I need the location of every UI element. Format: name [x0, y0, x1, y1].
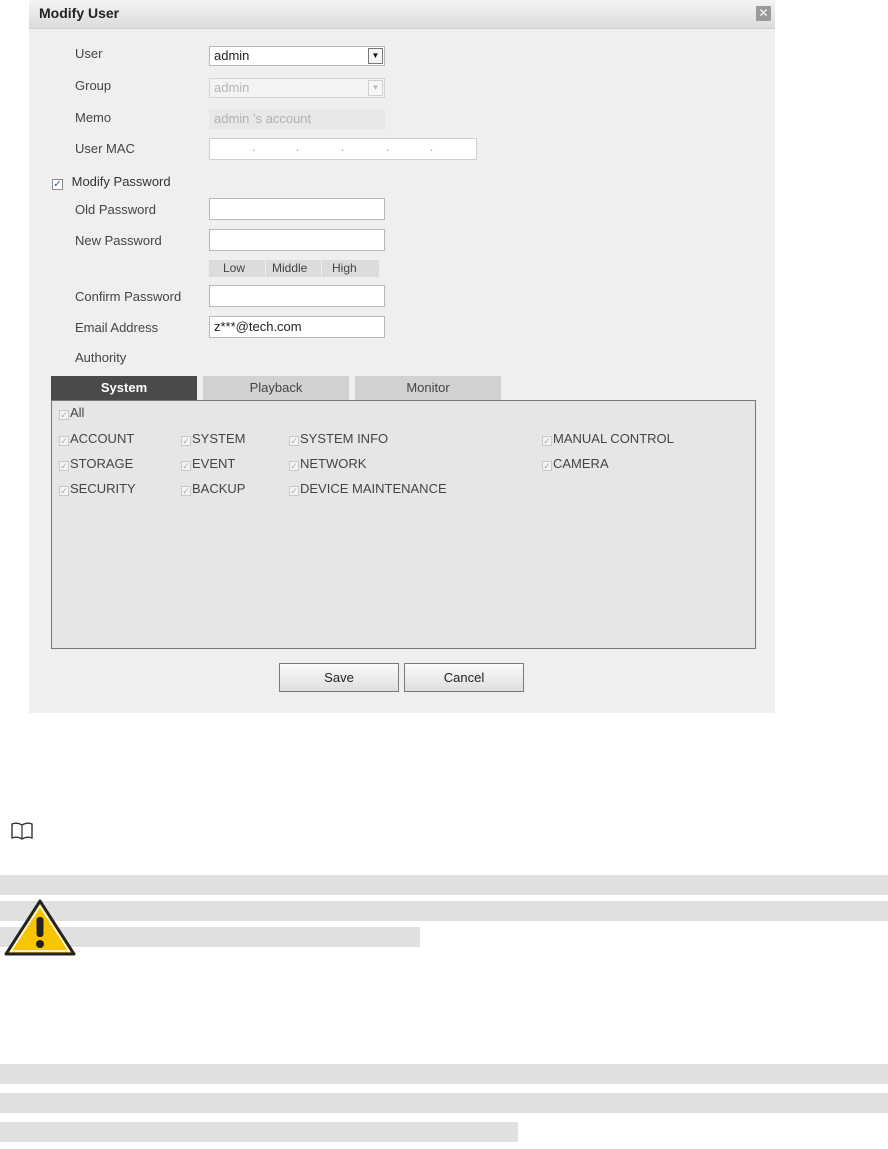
mac-label: User MAC: [75, 141, 135, 156]
perm-checkbox[interactable]: ✓: [59, 436, 69, 446]
perm-checkbox[interactable]: ✓: [181, 486, 191, 496]
chevron-down-icon: ▼: [368, 80, 383, 96]
perm-checkbox[interactable]: ✓: [181, 436, 191, 446]
perm-checkbox[interactable]: ✓: [542, 461, 552, 471]
perm-manual-control[interactable]: ✓ MANUAL CONTROL: [542, 431, 674, 446]
confirm-password-label: Confirm Password: [75, 289, 182, 304]
perm-checkbox[interactable]: ✓: [59, 486, 69, 496]
perm-label: STORAGE: [70, 456, 134, 471]
email-value: z***@tech.com: [214, 319, 302, 334]
mac-separator: .: [386, 142, 390, 154]
mac-separator: .: [341, 142, 345, 154]
group-label: Group: [75, 78, 112, 93]
perm-label: SYSTEM INFO: [300, 431, 389, 446]
redacted-warning-line: [0, 1122, 518, 1142]
password-strength-meter: Low Middle High: [209, 260, 379, 277]
strength-high: High: [332, 261, 357, 275]
old-password-label: Old Password: [75, 202, 156, 217]
dialog-title: Modify User: [39, 5, 120, 21]
perm-event[interactable]: ✓ EVENT: [181, 456, 235, 471]
perm-account[interactable]: ✓ ACCOUNT: [59, 431, 134, 446]
perm-system[interactable]: ✓ SYSTEM: [181, 431, 245, 446]
user-label: User: [75, 46, 103, 61]
strength-low: Low: [223, 261, 246, 275]
memo-label: Memo: [75, 110, 112, 125]
perm-label: ACCOUNT: [70, 431, 135, 446]
new-password-label: New Password: [75, 233, 162, 248]
perm-checkbox[interactable]: ✓: [542, 436, 552, 446]
redacted-note-line: [0, 901, 888, 921]
perm-checkbox[interactable]: ✓: [289, 436, 299, 446]
perm-label: CAMERA: [553, 456, 609, 471]
confirm-password-input[interactable]: [209, 285, 385, 307]
user-select[interactable]: admin ▼: [209, 46, 385, 66]
perm-label: SECURITY: [70, 481, 136, 496]
perm-backup[interactable]: ✓ BACKUP: [181, 481, 245, 496]
modify-user-dialog: Modify User ✕ User admin ▼ Group admin ▼…: [29, 0, 775, 713]
perm-label: EVENT: [192, 456, 236, 471]
perm-network[interactable]: ✓ NETWORK: [289, 456, 366, 471]
email-input[interactable]: z***@tech.com: [209, 316, 385, 338]
group-select-value: admin: [214, 80, 250, 95]
strength-middle: Middle: [272, 261, 308, 275]
new-password-input[interactable]: [209, 229, 385, 251]
redacted-note-line: [0, 875, 888, 895]
strength-divider: [265, 260, 266, 277]
email-label: Email Address: [75, 320, 159, 335]
perm-label: DEVICE MAINTENANCE: [300, 481, 447, 496]
old-password-input[interactable]: [209, 198, 385, 220]
close-icon[interactable]: ✕: [756, 6, 771, 21]
dialog-titlebar: Modify User ✕: [29, 0, 775, 29]
tab-playback[interactable]: Playback: [203, 376, 349, 400]
perm-device-maintenance[interactable]: ✓ DEVICE MAINTENANCE: [289, 481, 447, 496]
perm-security[interactable]: ✓ SECURITY: [59, 481, 136, 496]
mac-input[interactable]: . . . . .: [209, 138, 477, 160]
perm-storage[interactable]: ✓ STORAGE: [59, 456, 133, 471]
perm-label: MANUAL CONTROL: [553, 431, 674, 446]
modify-password-label: Modify Password: [71, 174, 171, 189]
modify-password-row[interactable]: ✓ Modify Password: [52, 174, 171, 190]
perm-checkbox[interactable]: ✓: [59, 461, 69, 471]
perm-label: SYSTEM: [192, 431, 246, 446]
mac-separator: .: [252, 142, 256, 154]
modify-password-checkbox[interactable]: ✓: [52, 179, 63, 190]
user-select-value: admin: [214, 48, 250, 63]
chevron-down-icon[interactable]: ▼: [368, 48, 383, 64]
authority-label: Authority: [75, 350, 127, 365]
perm-label: All: [70, 405, 85, 420]
tab-system[interactable]: System: [51, 376, 197, 400]
perm-checkbox[interactable]: ✓: [59, 410, 69, 420]
memo-value: admin 's account: [214, 111, 312, 126]
perm-system-info[interactable]: ✓ SYSTEM INFO: [289, 431, 388, 446]
redacted-warning-line: [0, 1093, 888, 1113]
perm-all[interactable]: ✓ All: [59, 405, 84, 420]
cancel-button[interactable]: Cancel: [404, 663, 524, 692]
perm-camera[interactable]: ✓ CAMERA: [542, 456, 609, 471]
perm-label: BACKUP: [192, 481, 246, 496]
redacted-warning-line: [0, 1064, 888, 1084]
authority-panel: ✓ All ✓ ACCOUNT ✓ SYSTEM ✓ SYSTEM INFO ✓ MANU…: [51, 400, 756, 649]
tab-monitor[interactable]: Monitor: [355, 376, 501, 400]
perm-label: NETWORK: [300, 456, 367, 471]
perm-checkbox[interactable]: ✓: [289, 461, 299, 471]
warning-icon: [4, 899, 76, 956]
strength-divider: [321, 260, 322, 277]
memo-field: admin 's account: [209, 109, 385, 129]
group-select: admin ▼: [209, 78, 385, 98]
book-icon: [11, 822, 33, 840]
mac-separator: .: [430, 142, 434, 154]
save-button[interactable]: Save: [279, 663, 399, 692]
mac-separator: .: [296, 142, 300, 154]
perm-checkbox[interactable]: ✓: [181, 461, 191, 471]
perm-checkbox[interactable]: ✓: [289, 486, 299, 496]
